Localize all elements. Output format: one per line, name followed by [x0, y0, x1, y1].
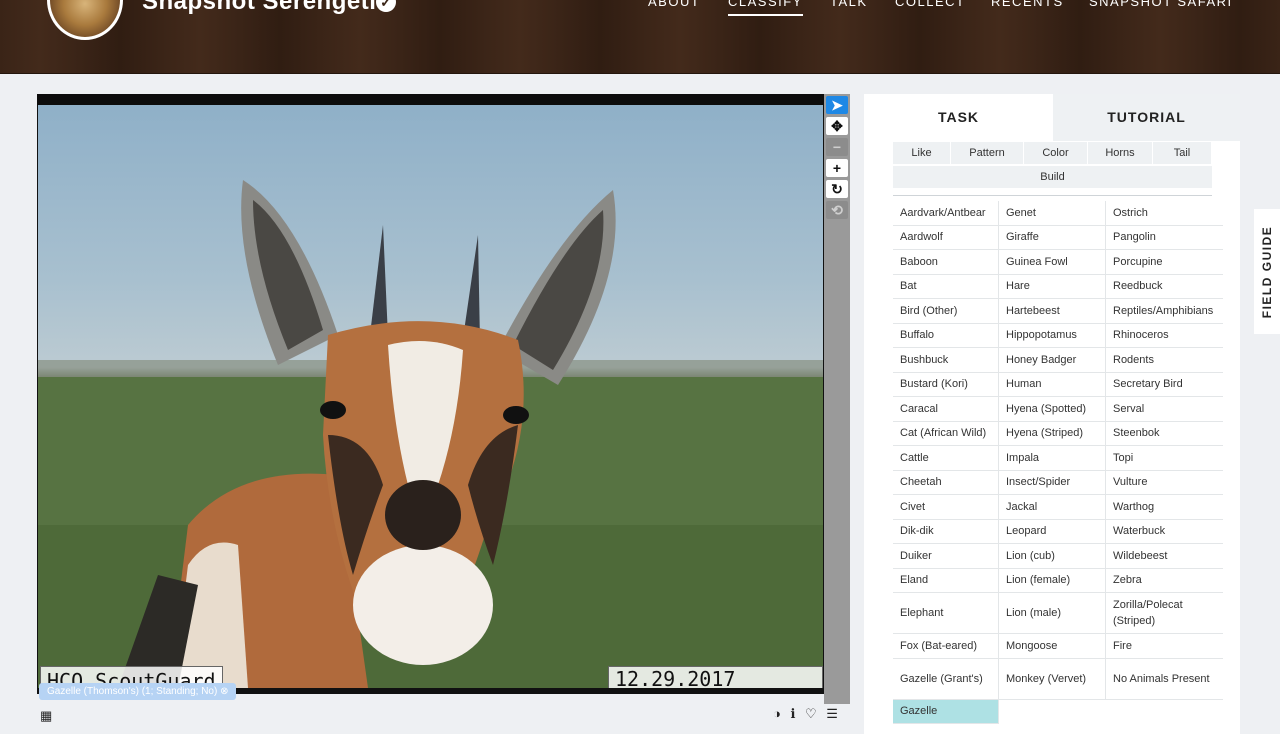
species-eland[interactable]: Eland — [893, 568, 999, 593]
species-reptiles-amphibians[interactable]: Reptiles/Amphibians — [1106, 299, 1223, 324]
species-warthog[interactable]: Warthog — [1106, 495, 1223, 520]
nav-talk[interactable]: TALK — [830, 0, 868, 9]
species-serval[interactable]: Serval — [1106, 397, 1223, 422]
nav-collect[interactable]: COLLECT — [895, 0, 965, 9]
nav-classify[interactable]: CLASSIFY — [728, 0, 803, 16]
nav-snapshot-safari[interactable]: SNAPSHOT SAFARI — [1089, 0, 1233, 9]
filter-tail[interactable]: Tail — [1153, 142, 1211, 164]
species-wildebeest[interactable]: Wildebeest — [1106, 544, 1223, 569]
reset-icon[interactable]: ⟲ — [826, 201, 848, 219]
species-guinea-fowl[interactable]: Guinea Fowl — [999, 250, 1106, 275]
field-guide-tab[interactable]: FIELD GUIDE — [1254, 209, 1280, 334]
zoom-in-icon[interactable]: + — [826, 159, 848, 177]
species-giraffe[interactable]: Giraffe — [999, 225, 1106, 250]
species-fire[interactable]: Fire — [1106, 634, 1223, 659]
task-panel: TASK TUTORIAL Like Pattern Color Horns Tail B… — [864, 94, 1240, 734]
species-buffalo[interactable]: Buffalo — [893, 323, 999, 348]
species-zebra[interactable]: Zebra — [1106, 569, 1223, 593]
filter-pattern[interactable]: Pattern — [951, 142, 1023, 164]
pointer-icon[interactable]: ➤ — [826, 96, 848, 114]
species-aardvark-antbear[interactable]: Aardvark/Antbear — [893, 201, 999, 226]
species-cattle[interactable]: Cattle — [893, 446, 999, 471]
species-hyena-striped[interactable]: Hyena (Striped) — [999, 421, 1106, 446]
filter-build[interactable]: Build — [893, 166, 1212, 188]
species-gazelle[interactable]: Gazelle — [893, 699, 999, 724]
species-zorilla-polecat-striped[interactable]: Zorilla/Polecat (Striped) — [1106, 593, 1223, 634]
filter-horns[interactable]: Horns — [1088, 142, 1152, 164]
species-hyena-spotted[interactable]: Hyena (Spotted) — [999, 397, 1106, 422]
species-dik-dik[interactable]: Dik-dik — [893, 519, 999, 544]
species-baboon[interactable]: Baboon — [893, 250, 999, 275]
species-bat[interactable]: Bat — [893, 274, 999, 299]
species-fox-bat-eared[interactable]: Fox (Bat-eared) — [893, 634, 999, 659]
nav-about[interactable]: ABOUT — [648, 0, 700, 9]
species-rhinoceros[interactable]: Rhinoceros — [1106, 324, 1223, 348]
species-no-animals-present[interactable]: No Animals Present — [1106, 659, 1223, 700]
tab-tutorial[interactable]: TUTORIAL — [1053, 94, 1240, 141]
species-monkey-vervet[interactable]: Monkey (Vervet) — [999, 658, 1106, 700]
project-title[interactable]: Snapshot Serengeti — [142, 0, 376, 16]
species-cheetah[interactable]: Cheetah — [893, 470, 999, 495]
species-vulture[interactable]: Vulture — [1106, 471, 1223, 495]
species-genet[interactable]: Genet — [999, 201, 1106, 226]
species-cat-african-wild[interactable]: Cat (African Wild) — [893, 421, 999, 446]
species-hare[interactable]: Hare — [999, 274, 1106, 299]
species-rodents[interactable]: Rodents — [1106, 348, 1223, 373]
species-pangolin[interactable]: Pangolin — [1106, 226, 1223, 250]
move-icon[interactable]: ✥ — [826, 117, 848, 135]
species-bustard-kori[interactable]: Bustard (Kori) — [893, 372, 999, 397]
species-leopard[interactable]: Leopard — [999, 519, 1106, 544]
species-bushbuck[interactable]: Bushbuck — [893, 348, 999, 373]
field-guide-label: FIELD GUIDE — [1260, 225, 1274, 318]
viewer-toolbar: ➤ ✥ − + ↻ ⟲ — [824, 94, 850, 704]
tab-task[interactable]: TASK — [864, 94, 1053, 141]
filter-color[interactable]: Color — [1024, 142, 1087, 164]
project-avatar[interactable] — [47, 0, 123, 40]
species-hartebeest[interactable]: Hartebeest — [999, 299, 1106, 324]
species-gazelle-grant-s[interactable]: Gazelle (Grant's) — [893, 658, 999, 700]
site-header: Snapshot Serengeti ✓ ABOUT CLASSIFY TALK… — [0, 0, 1280, 74]
species-ostrich[interactable]: Ostrich — [1106, 201, 1223, 226]
species-mongoose[interactable]: Mongoose — [999, 634, 1106, 659]
subject-viewer[interactable]: HCO ScoutGuard 12.29.2017 17:07:22 Gazel… — [37, 94, 824, 700]
grid-icon[interactable]: ▦ — [40, 708, 52, 724]
species-secretary-bird[interactable]: Secretary Bird — [1106, 373, 1223, 397]
species-caracal[interactable]: Caracal — [893, 397, 999, 422]
species-steenbok[interactable]: Steenbok — [1106, 422, 1223, 446]
subject-image[interactable]: HCO ScoutGuard 12.29.2017 17:07:22 — [38, 105, 823, 688]
rotate-icon[interactable]: ↻ — [826, 180, 848, 198]
species-topi[interactable]: Topi — [1106, 446, 1223, 471]
zoom-out-icon[interactable]: − — [826, 138, 848, 156]
species-civet[interactable]: Civet — [893, 495, 999, 520]
species-aardwolf[interactable]: Aardwolf — [893, 225, 999, 250]
species-reedbuck[interactable]: Reedbuck — [1106, 275, 1223, 299]
species-bird-other[interactable]: Bird (Other) — [893, 299, 999, 324]
gazelle-photo — [38, 180, 823, 688]
species-human[interactable]: Human — [999, 372, 1106, 397]
nav-recents[interactable]: RECENTS — [991, 0, 1064, 9]
species-honey-badger[interactable]: Honey Badger — [999, 348, 1106, 373]
species-elephant[interactable]: Elephant — [893, 593, 999, 634]
photo-timestamp: 12.29.2017 17:07:22 — [608, 666, 823, 688]
species-hippopotamus[interactable]: Hippopotamus — [999, 323, 1106, 348]
species-waterbuck[interactable]: Waterbuck — [1106, 520, 1223, 544]
filter-like[interactable]: Like — [893, 142, 950, 164]
species-duiker[interactable]: Duiker — [893, 544, 999, 569]
species-jackal[interactable]: Jackal — [999, 495, 1106, 520]
filter-divider — [893, 195, 1212, 196]
species-porcupine[interactable]: Porcupine — [1106, 250, 1223, 275]
species-impala[interactable]: Impala — [999, 446, 1106, 471]
species-lion-cub[interactable]: Lion (cub) — [999, 544, 1106, 569]
species-lion-male[interactable]: Lion (male) — [999, 593, 1106, 634]
check-circle-icon: ✓ — [376, 0, 396, 12]
species-insect-spider[interactable]: Insect/Spider — [999, 470, 1106, 495]
viewer-top-bar — [37, 94, 824, 105]
species-lion-female[interactable]: Lion (female) — [999, 568, 1106, 593]
annotation-chip[interactable]: Gazelle (Thomson's) (1; Standing; No) ⊗ — [39, 683, 237, 700]
